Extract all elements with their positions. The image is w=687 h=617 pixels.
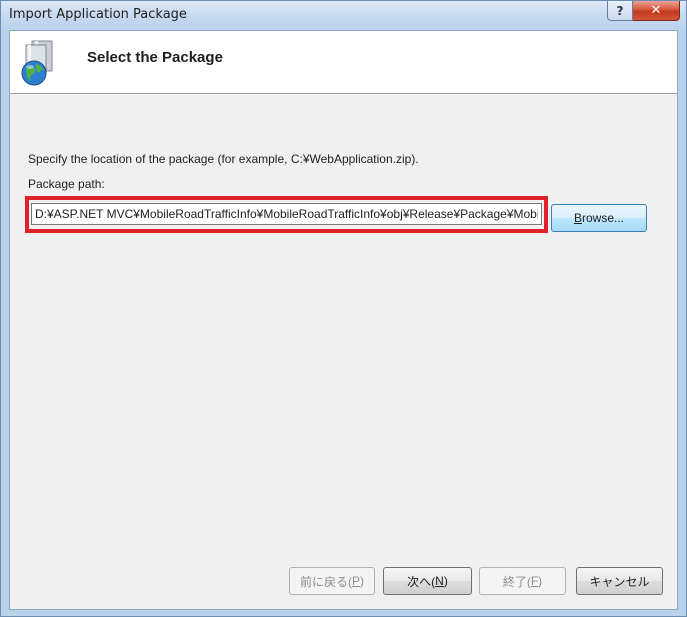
back-accelerator: P [351,574,360,588]
finish-button[interactable]: 終了(F) [479,567,566,595]
wizard-header: Select the Package [10,31,677,94]
caption-buttons: ? ✕ [607,1,680,21]
next-button[interactable]: 次へ(N) [383,567,472,595]
browse-label: rowse... [582,211,625,225]
browse-button[interactable]: Browse... [551,204,647,232]
title-bar[interactable]: Import Application Package ? ✕ [1,1,686,29]
page-title: Select the Package [87,49,223,66]
finish-label: 終了( [502,574,531,589]
finish-label-end: ) [538,574,543,588]
close-button[interactable]: ✕ [633,1,680,21]
dialog-window: Import Application Package ? ✕ Select th… [0,0,687,617]
cancel-button[interactable]: キャンセル [576,567,663,595]
package-path-label: Package path: [28,177,105,191]
back-label: 前に戻る( [299,574,352,589]
close-icon: ✕ [650,3,662,18]
next-label-end: ) [443,574,448,588]
instruction-text: Specify the location of the package (for… [28,152,419,166]
dialog-client-area: Select the Package Specify the location … [9,30,678,610]
help-icon: ? [616,3,624,18]
back-label-end: ) [360,574,364,588]
next-label: 次へ( [407,574,436,589]
help-button[interactable]: ? [607,1,633,21]
package-path-input[interactable] [31,203,542,225]
package-globe-icon [21,40,53,86]
window-title: Import Application Package [9,7,187,22]
back-button[interactable]: 前に戻る(P) [289,567,375,595]
finish-accelerator: F [530,574,539,588]
browse-accelerator: B [573,211,582,225]
next-accelerator: N [435,574,444,588]
